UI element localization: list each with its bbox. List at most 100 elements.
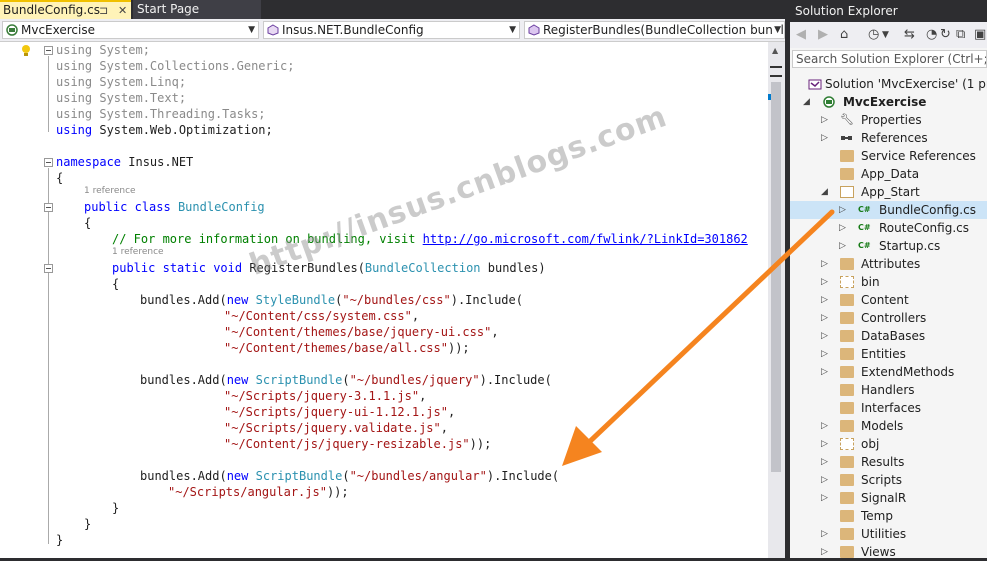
keyword: namespace [56, 155, 122, 169]
tree-item-routeconfig[interactable]: ▷ C# RouteConfig.cs [790, 219, 987, 237]
collapsed-arrow-icon[interactable]: ▷ [821, 129, 828, 147]
close-icon[interactable]: ✕ [118, 2, 127, 19]
type-name: ScriptBundle [255, 469, 343, 483]
code-line: "~/Content/js/jquery-resizable.js")); [224, 436, 491, 452]
scroll-up-icon[interactable]: ▲ [772, 46, 778, 55]
forward-icon[interactable]: ▶ [818, 26, 828, 44]
home-icon[interactable]: ⌂ [840, 26, 848, 44]
collapsed-arrow-icon[interactable]: ▷ [821, 489, 828, 507]
collapsed-arrow-icon[interactable]: ▷ [821, 417, 828, 435]
tree-item-properties[interactable]: ▷ 🔧︎ Properties [790, 111, 987, 129]
tree-item-bin[interactable]: ▷ bin [790, 273, 987, 291]
chevron-down-icon[interactable]: ▼ [882, 26, 889, 44]
expanded-arrow-icon[interactable]: ◢ [803, 93, 810, 111]
back-icon[interactable]: ◀ [796, 26, 806, 44]
tree-item-bundleconfig[interactable]: ▷ C# BundleConfig.cs [790, 201, 987, 219]
tree-item-app-data[interactable]: App_Data [790, 165, 987, 183]
show-all-files-icon[interactable]: ▣ [974, 26, 986, 44]
code-token: , [440, 421, 448, 435]
tree-item-obj[interactable]: ▷ obj [790, 435, 987, 453]
tree-item-service-references[interactable]: Service References [790, 147, 987, 165]
tree-item-attributes[interactable]: ▷ Attributes [790, 255, 987, 273]
comment-link[interactable]: http://go.microsoft.com/fwlink/?LinkId=3… [423, 232, 748, 246]
collapsed-arrow-icon[interactable]: ▷ [839, 219, 846, 237]
tree-item-label: Interfaces [861, 401, 921, 415]
tree-item-views[interactable]: ▷ Views [790, 543, 987, 561]
tab-start-page[interactable]: Start Page [133, 0, 261, 19]
collapse-all-icon[interactable]: ⧉ [956, 26, 965, 44]
collapsed-arrow-icon[interactable]: ▷ [821, 255, 828, 273]
tree-item-controllers[interactable]: ▷ Controllers [790, 309, 987, 327]
expanded-arrow-icon[interactable]: ◢ [821, 183, 828, 201]
tree-item-utilities[interactable]: ▷ Utilities [790, 525, 987, 543]
codelens-references[interactable]: 1 reference [112, 247, 164, 257]
tree-item-models[interactable]: ▷ Models [790, 417, 987, 435]
history-icon[interactable]: ◷ [868, 26, 879, 44]
code-token: System.Web.Optimization; [92, 123, 273, 137]
tab-bundleconfig[interactable]: BundleConfig.cs ⊐ ✕ [0, 0, 131, 19]
scroll-thumb[interactable] [771, 82, 781, 472]
tree-item-startup[interactable]: ▷ C# Startup.cs [790, 237, 987, 255]
code-line: { [112, 276, 119, 292]
folder-icon [840, 312, 854, 324]
pin-icon[interactable]: ⊐ [99, 2, 108, 19]
code-line: "~/Scripts/angular.js")); [168, 484, 349, 500]
collapsed-arrow-icon[interactable]: ▷ [821, 273, 828, 291]
collapsed-arrow-icon[interactable]: ▷ [821, 435, 828, 453]
tree-item-app-start[interactable]: ◢ App_Start [790, 183, 987, 201]
collapsed-arrow-icon[interactable]: ▷ [821, 471, 828, 489]
tree-item-entities[interactable]: ▷ Entities [790, 345, 987, 363]
tree-item-label: Handlers [861, 383, 915, 397]
collapsed-arrow-icon[interactable]: ▷ [821, 345, 828, 363]
solution-icon [808, 79, 822, 90]
code-token: bundles.Add( [140, 293, 227, 307]
type-name: StyleBundle [255, 293, 336, 307]
tree-item-databases[interactable]: ▷ DataBases [790, 327, 987, 345]
refresh-icon[interactable]: ↻ [940, 26, 951, 44]
collapsed-arrow-icon[interactable]: ▷ [821, 327, 828, 345]
tree-item-content[interactable]: ▷ Content [790, 291, 987, 309]
collapsed-arrow-icon[interactable]: ▷ [821, 525, 828, 543]
pending-changes-icon[interactable]: ◔ [926, 26, 937, 44]
comment: // For more information on bundling, vis… [112, 232, 423, 246]
member-dropdown[interactable]: RegisterBundles(BundleCollection bundles… [524, 21, 785, 39]
tree-item-temp[interactable]: Temp [790, 507, 987, 525]
collapsed-arrow-icon[interactable]: ▷ [821, 111, 828, 129]
folder-icon [840, 330, 854, 342]
code-editor[interactable]: using System; using System.Collections.G… [0, 42, 768, 558]
tree-item-results[interactable]: ▷ Results [790, 453, 987, 471]
codelens-references[interactable]: 1 reference [84, 186, 136, 196]
collapsed-arrow-icon[interactable]: ▷ [821, 291, 828, 309]
scroll-marker [770, 66, 782, 68]
tree-item-references[interactable]: ▷ References [790, 129, 987, 147]
code-token: ).Include( [479, 373, 552, 387]
collapsed-arrow-icon[interactable]: ▷ [821, 543, 828, 561]
code-token: { [56, 171, 64, 185]
tree-item-extendmethods[interactable]: ▷ ExtendMethods [790, 363, 987, 381]
code-line: { [84, 215, 91, 231]
document-tab-bar: BundleConfig.cs ⊐ ✕ Start Page [0, 0, 790, 19]
solution-explorer-search-input[interactable]: Search Solution Explorer (Ctrl+;) [792, 50, 987, 68]
tree-item-scripts[interactable]: ▷ Scripts [790, 471, 987, 489]
code-line: // For more information on bundling, vis… [112, 231, 748, 247]
sync-icon[interactable]: ⇆ [904, 26, 915, 44]
tree-item-project[interactable]: ◢ MvcExercise [790, 93, 987, 111]
string-literal: "~/Content/js/jquery-resizable.js" [224, 437, 470, 451]
tree-item-handlers[interactable]: Handlers [790, 381, 987, 399]
tree-item-interfaces[interactable]: Interfaces [790, 399, 987, 417]
project-dropdown[interactable]: MvcExercise ▼ [2, 21, 259, 39]
csharp-file-icon: C# [858, 205, 871, 214]
collapsed-arrow-icon[interactable]: ▷ [839, 201, 846, 219]
collapsed-arrow-icon[interactable]: ▷ [821, 363, 828, 381]
collapsed-arrow-icon[interactable]: ▷ [821, 453, 828, 471]
class-dropdown[interactable]: Insus.NET.BundleConfig ▼ [263, 21, 520, 39]
string-literal: "~/Scripts/jquery.validate.js" [224, 421, 441, 435]
collapsed-arrow-icon[interactable]: ▷ [839, 237, 846, 255]
collapsed-arrow-icon[interactable]: ▷ [821, 309, 828, 327]
tree-item-solution[interactable]: Solution 'MvcExercise' (1 project) [790, 75, 987, 93]
keyword: public [112, 261, 156, 275]
editor-vertical-scrollbar[interactable]: ▲ [768, 42, 785, 558]
tree-item-signalr[interactable]: ▷ SignalR [790, 489, 987, 507]
folder-icon [840, 474, 854, 486]
